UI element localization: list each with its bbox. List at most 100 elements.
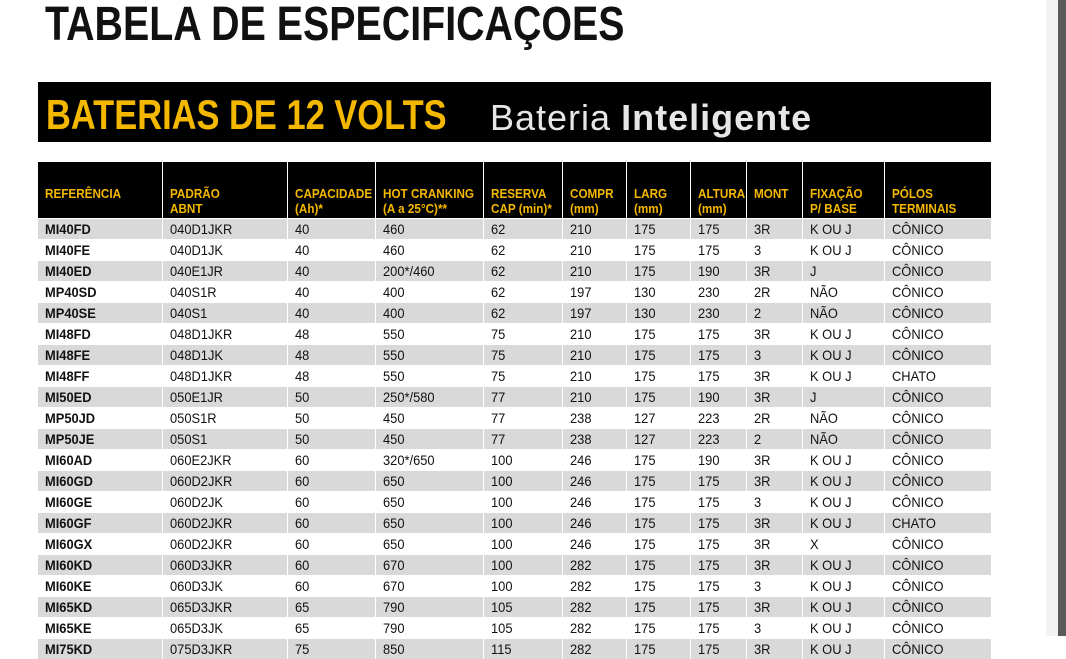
- cell-value: 100: [491, 452, 512, 468]
- table-cell: CÔNICO: [884, 450, 991, 471]
- cell-value: 282: [570, 599, 591, 615]
- cell-value: MI60KD: [45, 557, 92, 573]
- cell-value: 175: [698, 536, 719, 552]
- table-cell: 130: [626, 303, 690, 324]
- table-cell: 550: [375, 366, 483, 387]
- cell-value: 210: [570, 368, 591, 384]
- cell-value: MI48FF: [45, 368, 89, 384]
- cell-value: 650: [383, 536, 404, 552]
- column-header-line2: P/ BASE: [810, 201, 877, 216]
- cell-value: MP50JD: [45, 410, 95, 426]
- table-cell: 175: [690, 513, 746, 534]
- cell-value: 175: [634, 494, 655, 510]
- cell-value: 050E1JR: [170, 389, 223, 405]
- table-cell: 050E1JR: [162, 387, 287, 408]
- column-header: FIXAÇÃOP/ BASE: [802, 162, 884, 219]
- table-cell: 230: [690, 282, 746, 303]
- cell-value: 040S1: [170, 305, 207, 321]
- table-cell: 650: [375, 471, 483, 492]
- cell-value: CÔNICO: [892, 431, 944, 447]
- table-row: MI60GD060D2JKR606501002461751753RK OU JC…: [38, 471, 991, 492]
- cell-value: 62: [491, 284, 505, 300]
- table-cell: 127: [626, 429, 690, 450]
- cell-value: 650: [383, 473, 404, 489]
- table-cell: 175: [626, 240, 690, 261]
- cell-value: MP40SE: [45, 305, 96, 321]
- table-cell: 65: [287, 597, 375, 618]
- table-cell: 223: [690, 429, 746, 450]
- table-cell: 175: [626, 366, 690, 387]
- cell-value: 100: [491, 494, 512, 510]
- table-cell: 250*/580: [375, 387, 483, 408]
- cell-value: K OU J: [810, 368, 852, 384]
- cell-value: 040D1JKR: [170, 221, 232, 237]
- table-cell: NÃO: [802, 429, 884, 450]
- table-cell: 175: [626, 324, 690, 345]
- cell-value: 3R: [754, 368, 770, 384]
- table-cell: 210: [562, 261, 626, 282]
- cell-value: 175: [634, 599, 655, 615]
- table-cell: 60: [287, 534, 375, 555]
- cell-value: 175: [634, 326, 655, 342]
- table-cell: 050S1: [162, 429, 287, 450]
- cell-value: 550: [383, 347, 404, 363]
- cell-value: 130: [634, 284, 655, 300]
- specifications-table: REFERÊNCIA PADRÃOABNTCAPACIDADE(Ah)*HOT …: [38, 162, 991, 659]
- table-cell: 48: [287, 324, 375, 345]
- column-header-line1: COMPR: [570, 186, 620, 201]
- table-cell: CÔNICO: [884, 345, 991, 366]
- table-cell: MI48FD: [38, 324, 162, 345]
- table-cell: K OU J: [802, 219, 884, 240]
- table-cell: 175: [690, 576, 746, 597]
- cell-value: 040E1JR: [170, 263, 223, 279]
- table-cell: 550: [375, 324, 483, 345]
- cell-value: 127: [634, 410, 655, 426]
- table-cell: 210: [562, 324, 626, 345]
- cell-value: 40: [295, 242, 309, 258]
- column-header-line2: (mm): [634, 201, 684, 216]
- table-cell: 175: [626, 576, 690, 597]
- table-body: MI40FD040D1JKR40460622101751753RK OU JCÔ…: [38, 219, 991, 659]
- table-cell: 3R: [746, 366, 802, 387]
- table-cell: 175: [626, 219, 690, 240]
- cell-value: CHATO: [892, 515, 936, 531]
- cell-value: 62: [491, 242, 505, 258]
- cell-value: 175: [634, 557, 655, 573]
- cell-value: 60: [295, 494, 309, 510]
- table-row: MI75KD075D3JKR758501152821751753RK OU JC…: [38, 639, 991, 659]
- table-cell: X: [802, 534, 884, 555]
- column-header-line1: PADRÃO: [170, 186, 275, 201]
- table-cell: MI60GX: [38, 534, 162, 555]
- table-cell: 460: [375, 240, 483, 261]
- table-cell: 3: [746, 345, 802, 366]
- table-cell: 246: [562, 513, 626, 534]
- table-cell: CÔNICO: [884, 303, 991, 324]
- table-cell: 050S1R: [162, 408, 287, 429]
- cell-value: 175: [698, 221, 719, 237]
- cell-value: 3R: [754, 389, 770, 405]
- table-cell: CÔNICO: [884, 408, 991, 429]
- cell-value: MI60GX: [45, 536, 92, 552]
- cell-value: CÔNICO: [892, 536, 944, 552]
- scrollbar-track[interactable]: [1058, 0, 1066, 636]
- cell-value: 3: [754, 347, 761, 363]
- cell-value: 100: [491, 557, 512, 573]
- table-row: MP40SD040S1R40400621971302302RNÃOCÔNICO: [38, 282, 991, 303]
- cell-value: MI40FE: [45, 242, 90, 258]
- cell-value: 175: [634, 242, 655, 258]
- table-cell: 790: [375, 597, 483, 618]
- column-header-line1: PÓLOS: [892, 186, 982, 201]
- cell-value: 175: [698, 515, 719, 531]
- table-cell: 550: [375, 345, 483, 366]
- table-cell: MI60AD: [38, 450, 162, 471]
- cell-value: 77: [491, 410, 505, 426]
- cell-value: 65: [295, 620, 309, 636]
- cell-value: 210: [570, 347, 591, 363]
- cell-value: 3R: [754, 326, 770, 342]
- cell-value: 3R: [754, 221, 770, 237]
- cell-value: 223: [698, 410, 719, 426]
- table-cell: 200*/460: [375, 261, 483, 282]
- cell-value: 282: [570, 641, 591, 657]
- table-cell: K OU J: [802, 366, 884, 387]
- table-cell: CHATO: [884, 513, 991, 534]
